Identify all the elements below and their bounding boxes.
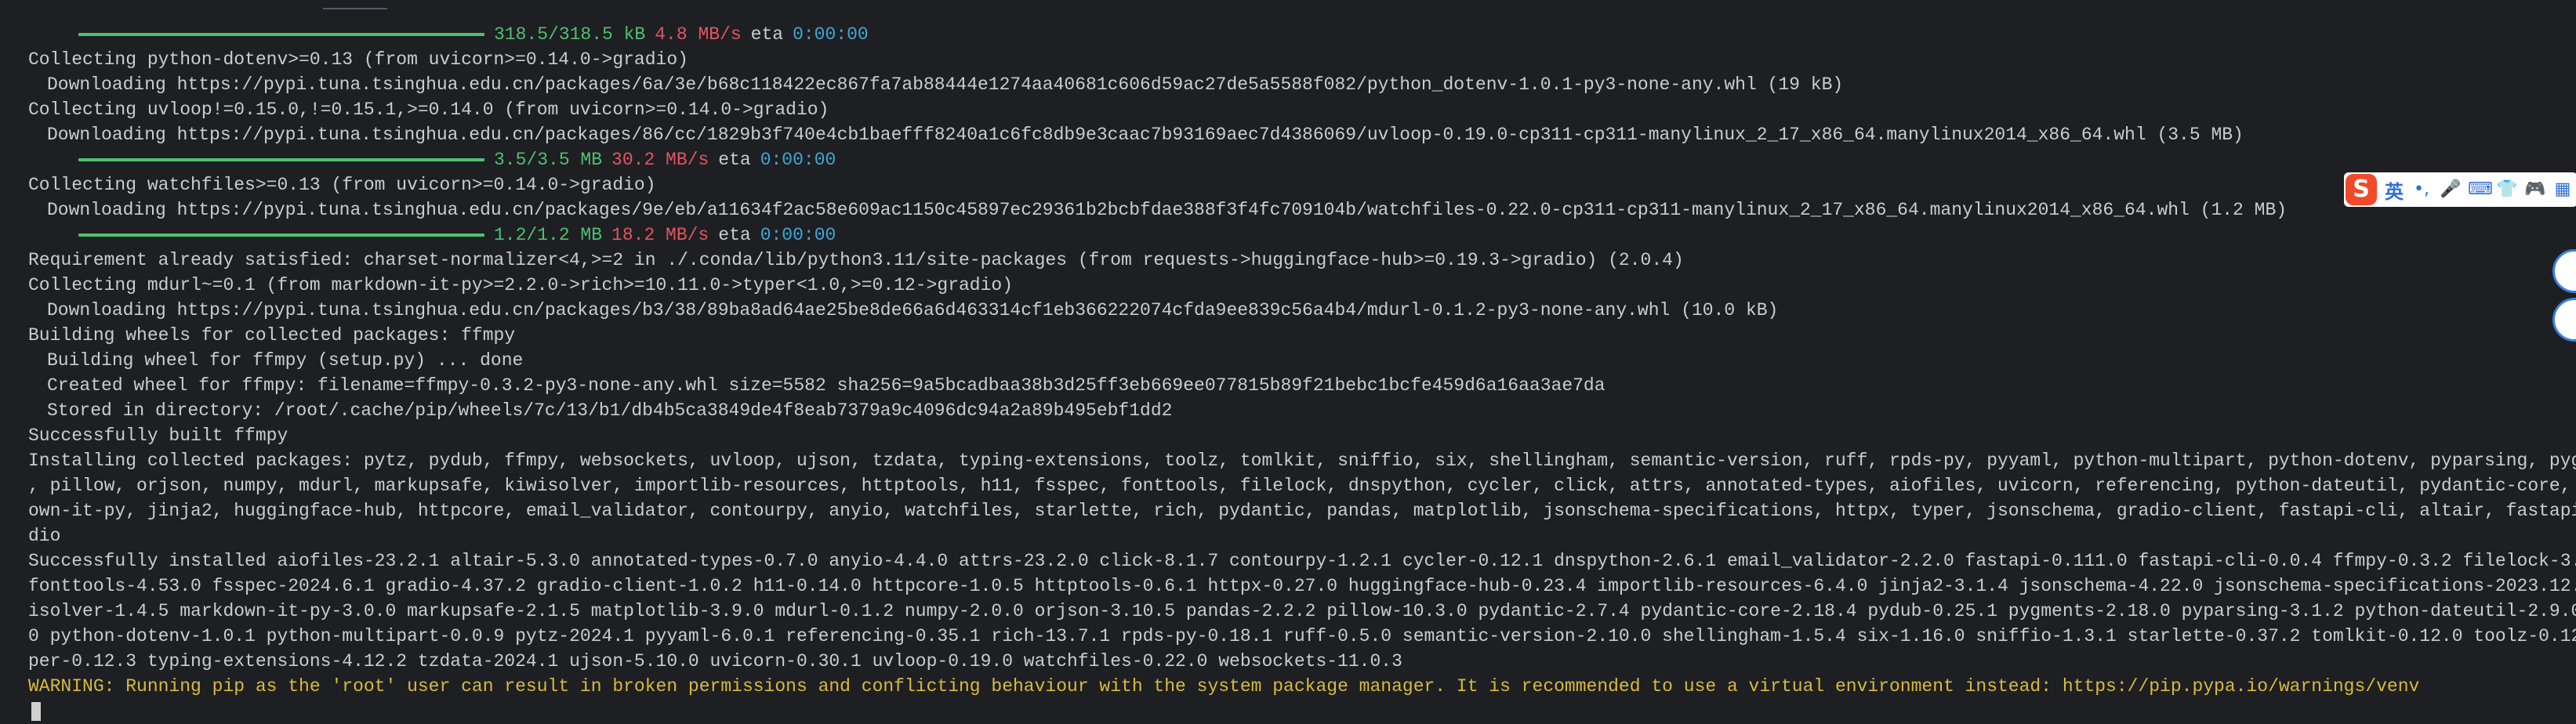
progress-eta: 0:00:00 [793,24,869,45]
progress-line: 3.5/3.5 MB 30.2 MB/s eta 0:00:00 [28,147,2576,172]
output-line: 0 python-dotenv-1.0.1 python-multipart-0… [28,626,2576,646]
ime-toolbar[interactable]: S 英 •, 🎤 ⌨ 👕 🎮 ▦ [2344,172,2576,207]
shirt-icon[interactable]: 👕 [2496,181,2517,198]
progress-eta: 0:00:00 [760,150,836,170]
keyboard-icon[interactable]: ⌨ [2468,181,2493,198]
output-line: Building wheel for ffmpy (setup.py) ... … [47,350,524,371]
output-line: Collecting uvloop!=0.15.0,!=0.15.1,>=0.1… [28,100,829,120]
progress-bar [78,158,484,161]
output-line: Collecting mdurl~=0.1 (from markdown-it-… [28,275,1014,295]
output-line: isolver-1.4.5 markdown-it-py-3.0.0 marku… [28,601,2576,621]
ime-language-toggle[interactable]: 英 [2385,176,2404,204]
progress-eta-label: eta [718,225,751,245]
grid-icon[interactable]: ▦ [2552,181,2573,198]
output-line: Successfully built ffmpy [28,425,288,446]
scroll-remnant-line [323,8,387,9]
output-line: Downloading https://pypi.tuna.tsinghua.e… [47,74,1844,95]
progress-line: 318.5/318.5 kB 4.8 MB/s eta 0:00:00 [28,22,2576,47]
output-line: Downloading https://pypi.tuna.tsinghua.e… [47,300,1779,320]
output-line: Collecting watchfiles>=0.13 (from uvicor… [28,175,656,195]
terminal-window[interactable]: 318.5/318.5 kB 4.8 MB/s eta 0:00:00 Collecti… [0,0,2576,721]
terminal-prompt[interactable] [28,699,2576,724]
sogou-logo-icon[interactable]: S [2346,174,2377,205]
progress-size: 318.5/318.5 kB [494,24,646,45]
output-line: per-0.12.3 typing-extensions-4.12.2 tzda… [28,651,1402,672]
progress-bar [78,33,484,36]
gamepad-icon[interactable]: 🎮 [2524,181,2545,198]
warning-line: WARNING: Running pip as the 'root' user … [28,676,2420,697]
output-line: Collecting python-dotenv>=0.13 (from uvi… [28,49,688,70]
output-line: Downloading https://pypi.tuna.tsinghua.e… [47,125,2244,145]
progress-eta-label: eta [750,24,784,45]
microphone-icon[interactable]: 🎤 [2440,181,2461,198]
terminal-output: 318.5/318.5 kB 4.8 MB/s eta 0:00:00 Collecti… [28,22,2576,699]
output-line: Requirement already satisfied: charset-n… [28,250,1684,270]
progress-size: 1.2/1.2 MB [494,225,603,245]
output-line: , pillow, orjson, numpy, mdurl, markupsa… [28,476,2576,496]
output-line: Stored in directory: /root/.cache/pip/wh… [47,400,1173,421]
progress-bar [78,233,484,237]
output-line: dio [28,526,61,546]
output-line: own-it-py, jinja2, huggingface-hub, http… [28,501,2576,521]
progress-speed: 30.2 MB/s [611,150,709,170]
output-line: Downloading https://pypi.tuna.tsinghua.e… [47,200,2288,220]
progress-speed: 18.2 MB/s [611,225,709,245]
output-line: Installing collected packages: pytz, pyd… [28,451,2576,471]
punctuation-icon[interactable]: •, [2411,181,2432,198]
output-line: Successfully installed aiofiles-23.2.1 a… [28,551,2576,571]
output-line: fonttools-4.53.0 fsspec-2024.6.1 gradio-… [28,576,2576,596]
progress-speed: 4.8 MB/s [655,24,742,45]
progress-eta-label: eta [718,150,751,170]
progress-line: 1.2/1.2 MB 18.2 MB/s eta 0:00:00 [28,223,2576,248]
output-line: Created wheel for ffmpy: filename=ffmpy-… [47,375,1605,396]
progress-eta: 0:00:00 [760,225,836,245]
progress-size: 3.5/3.5 MB [494,150,603,170]
output-line: Building wheels for collected packages: … [28,325,516,346]
